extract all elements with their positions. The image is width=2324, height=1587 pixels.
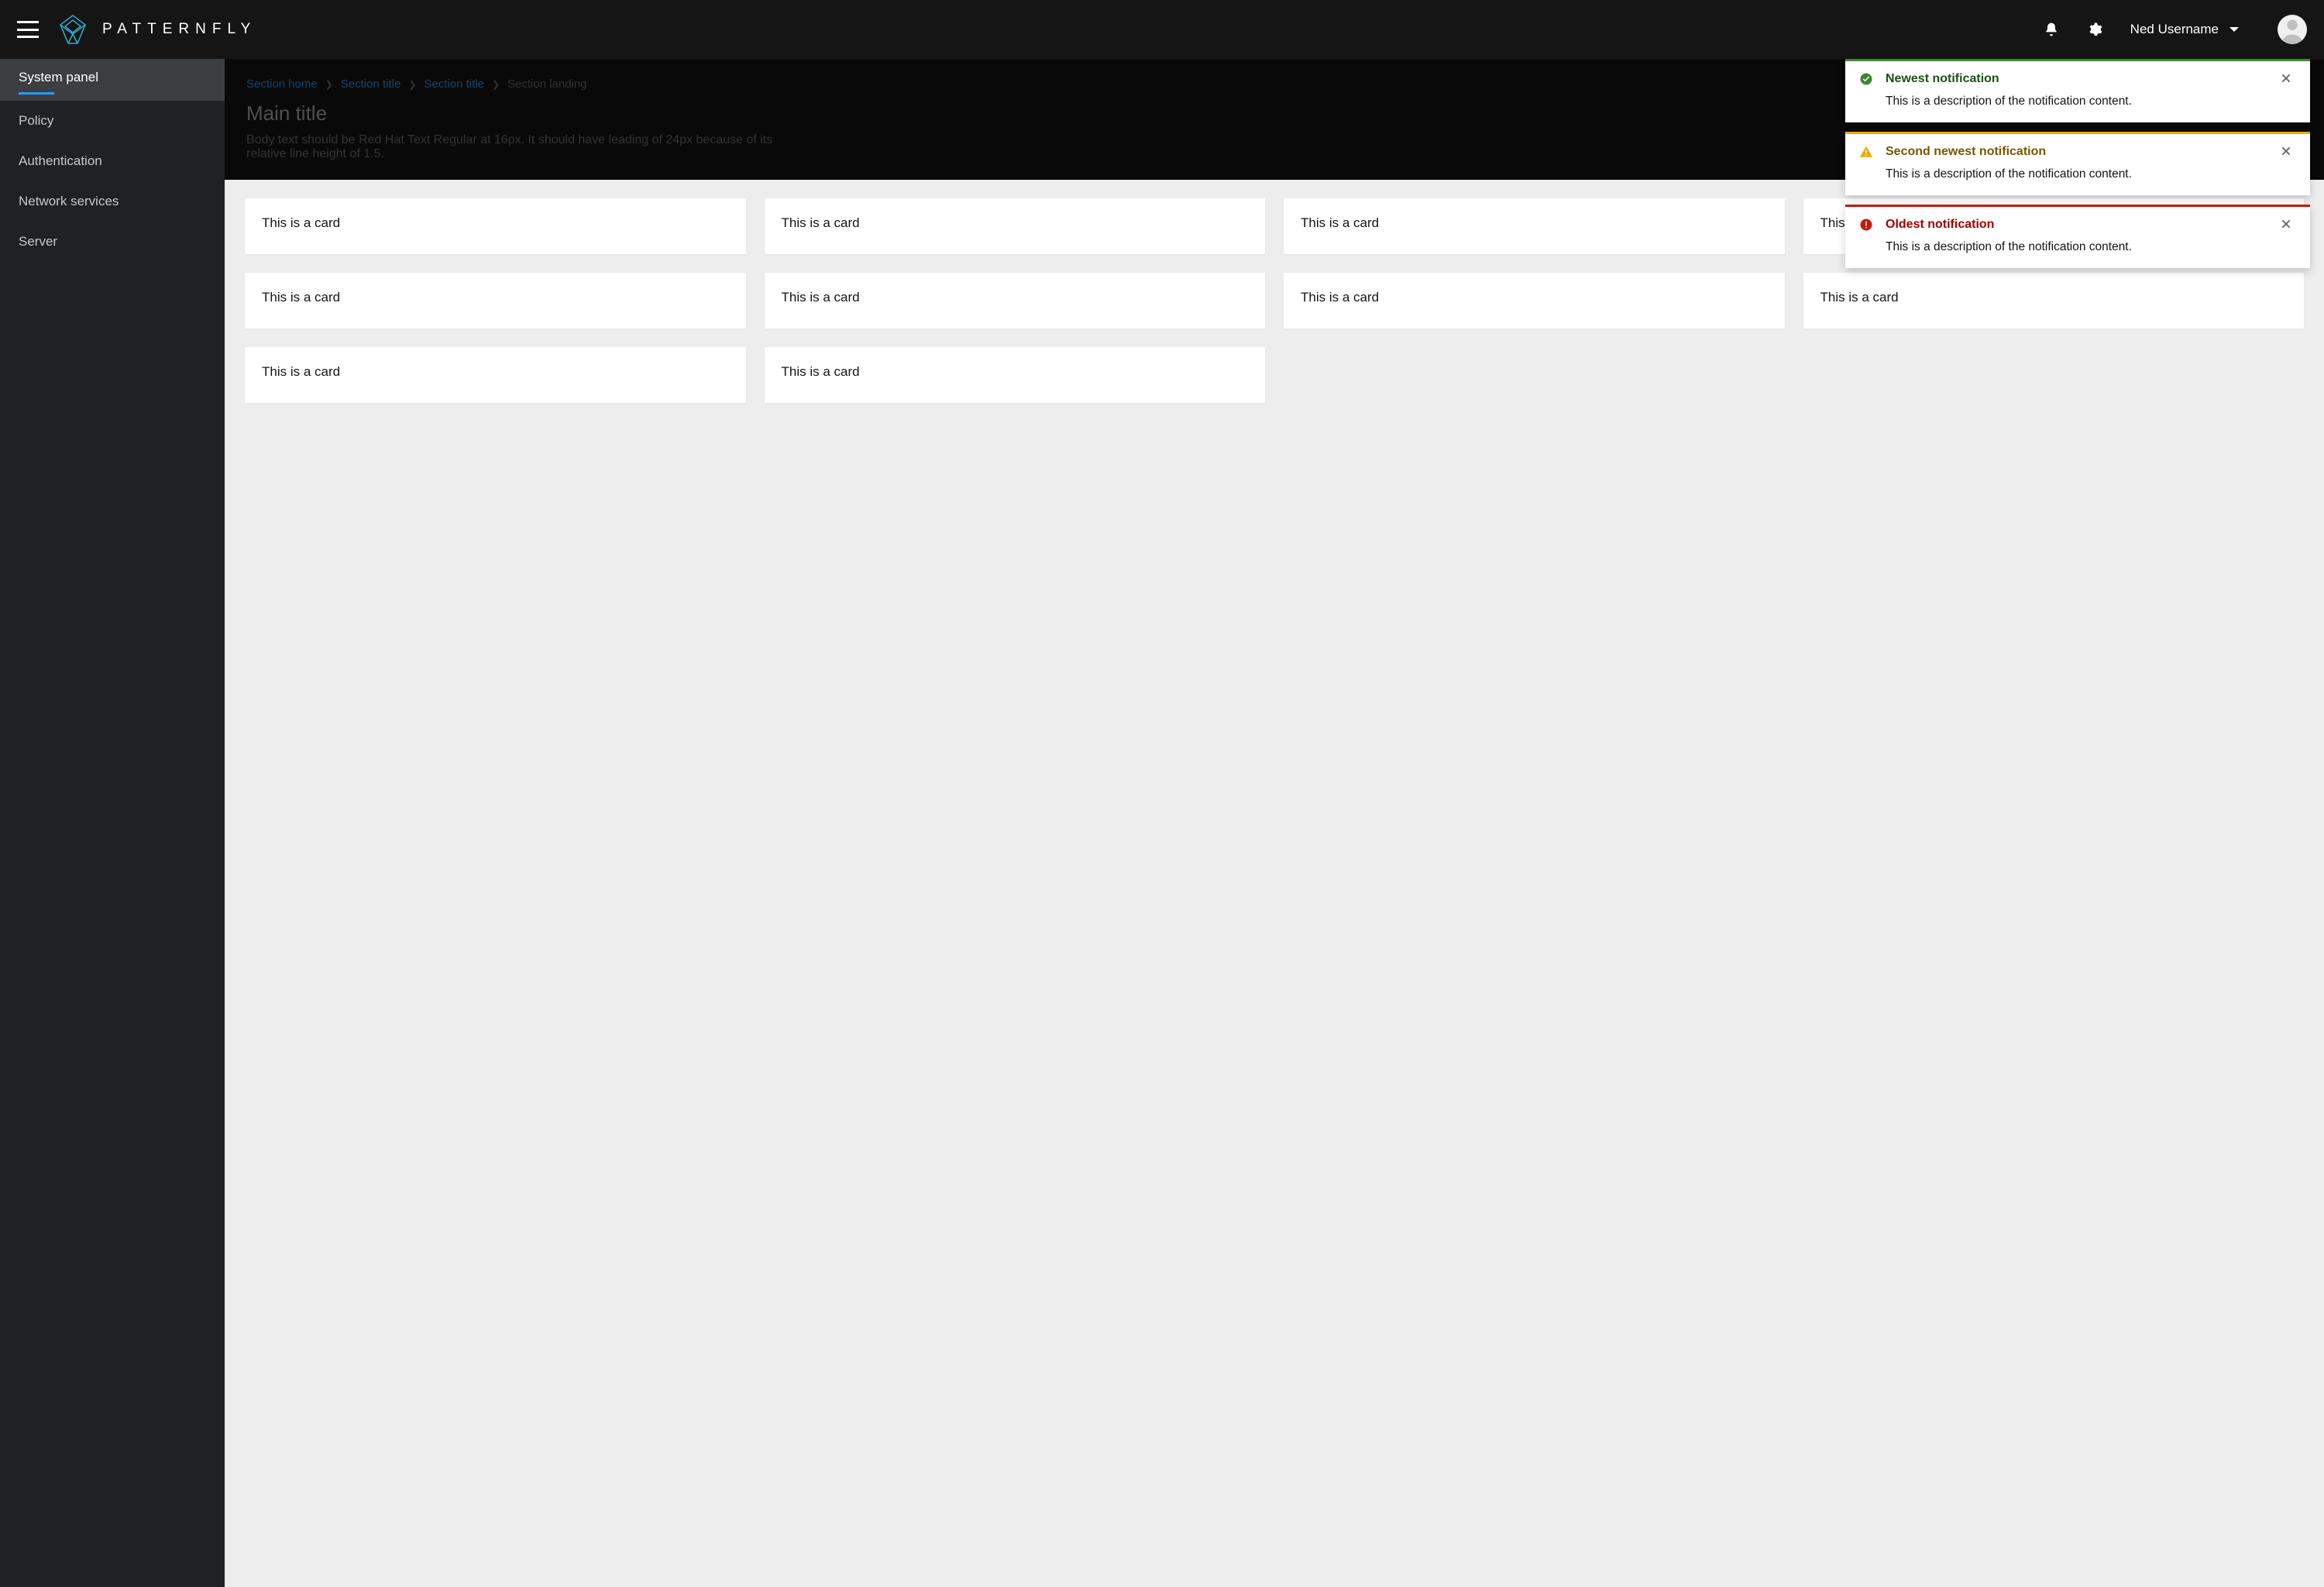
close-icon[interactable] [2276, 145, 2296, 163]
sidebar-item-label: System panel [19, 70, 98, 84]
close-icon[interactable] [2276, 218, 2296, 236]
main-content: Section home ❯ Section title ❯ Section t… [225, 59, 2324, 1587]
bell-icon[interactable] [2044, 22, 2059, 37]
app-header: Patternfly Ned Username [0, 0, 2324, 59]
alert-title: Newest notification [1886, 72, 2270, 90]
chevron-right-icon: ❯ [492, 79, 500, 90]
card[interactable]: This is a card [765, 273, 1266, 329]
close-icon[interactable] [2276, 72, 2296, 90]
card-text: This is a card [262, 290, 340, 305]
chevron-right-icon: ❯ [325, 79, 333, 90]
alert-description: This is a description of the notificatio… [1886, 240, 2296, 254]
card[interactable]: This is a card [765, 347, 1266, 403]
card-text: This is a card [782, 290, 860, 305]
card-text: This is a card [262, 215, 340, 230]
alert-description: This is a description of the notificatio… [1886, 95, 2296, 108]
card-text: This is a card [1301, 290, 1379, 305]
page-body: Body text should be Red Hat Text Regular… [246, 133, 773, 161]
user-name: Ned Username [2130, 22, 2219, 37]
avatar[interactable] [2278, 15, 2307, 44]
card-text: This is a card [1820, 290, 1899, 305]
sidebar-item-network-services[interactable]: Network services [0, 181, 225, 222]
sidebar-item-label: Network services [19, 194, 119, 208]
logo-mark-icon [57, 14, 88, 45]
card-text: This is a card [782, 364, 860, 379]
hamburger-icon[interactable] [17, 21, 39, 38]
breadcrumb-link[interactable]: Section title [341, 77, 401, 91]
alert-danger: Oldest notification This is a descriptio… [1845, 205, 2310, 268]
chevron-right-icon: ❯ [408, 79, 416, 90]
sidebar-item-label: Policy [19, 113, 53, 128]
alert-description: This is a description of the notificatio… [1886, 167, 2296, 181]
breadcrumb-current: Section landing [507, 77, 587, 91]
card[interactable]: This is a card [1284, 273, 1785, 329]
card[interactable]: This is a card [245, 347, 746, 403]
gear-icon[interactable] [2087, 22, 2102, 37]
card[interactable]: This is a card [245, 273, 746, 329]
card[interactable]: This is a card [1803, 273, 2305, 329]
card-text: This is a card [1301, 215, 1379, 230]
alert-title: Oldest notification [1886, 218, 2270, 236]
chevron-down-icon [2229, 27, 2239, 32]
alert-title: Second newest notification [1886, 145, 2270, 163]
alert-stack: Newest notification This is a descriptio… [1845, 59, 2310, 268]
card[interactable]: This is a card [245, 198, 746, 254]
sidebar-item-label: Server [19, 234, 57, 249]
card[interactable]: This is a card [765, 198, 1266, 254]
sidebar: System panel Policy Authentication Netwo… [0, 59, 225, 1587]
card-text: This is a card [262, 364, 340, 379]
check-circle-icon [1859, 72, 1879, 90]
sidebar-item-policy[interactable]: Policy [0, 101, 225, 141]
sidebar-item-server[interactable]: Server [0, 222, 225, 262]
card-text: This is a card [782, 215, 860, 230]
user-menu[interactable]: Ned Username [2130, 22, 2239, 37]
card-area: This is a card This is a card This is a … [225, 180, 2324, 1587]
alert-warning: Second newest notification This is a des… [1845, 132, 2310, 195]
breadcrumb-link[interactable]: Section title [424, 77, 484, 91]
card[interactable]: This is a card [1284, 198, 1785, 254]
logo-text: Patternfly [102, 21, 256, 38]
breadcrumb-link[interactable]: Section home [246, 77, 318, 91]
header-actions: Ned Username [2044, 15, 2307, 44]
sidebar-item-system-panel[interactable]: System panel [0, 59, 225, 101]
alert-success: Newest notification This is a descriptio… [1845, 59, 2310, 122]
logo[interactable]: Patternfly [57, 14, 256, 45]
sidebar-item-authentication[interactable]: Authentication [0, 141, 225, 181]
error-circle-icon [1859, 218, 1879, 236]
sidebar-item-label: Authentication [19, 153, 102, 168]
warning-triangle-icon [1859, 145, 1879, 163]
